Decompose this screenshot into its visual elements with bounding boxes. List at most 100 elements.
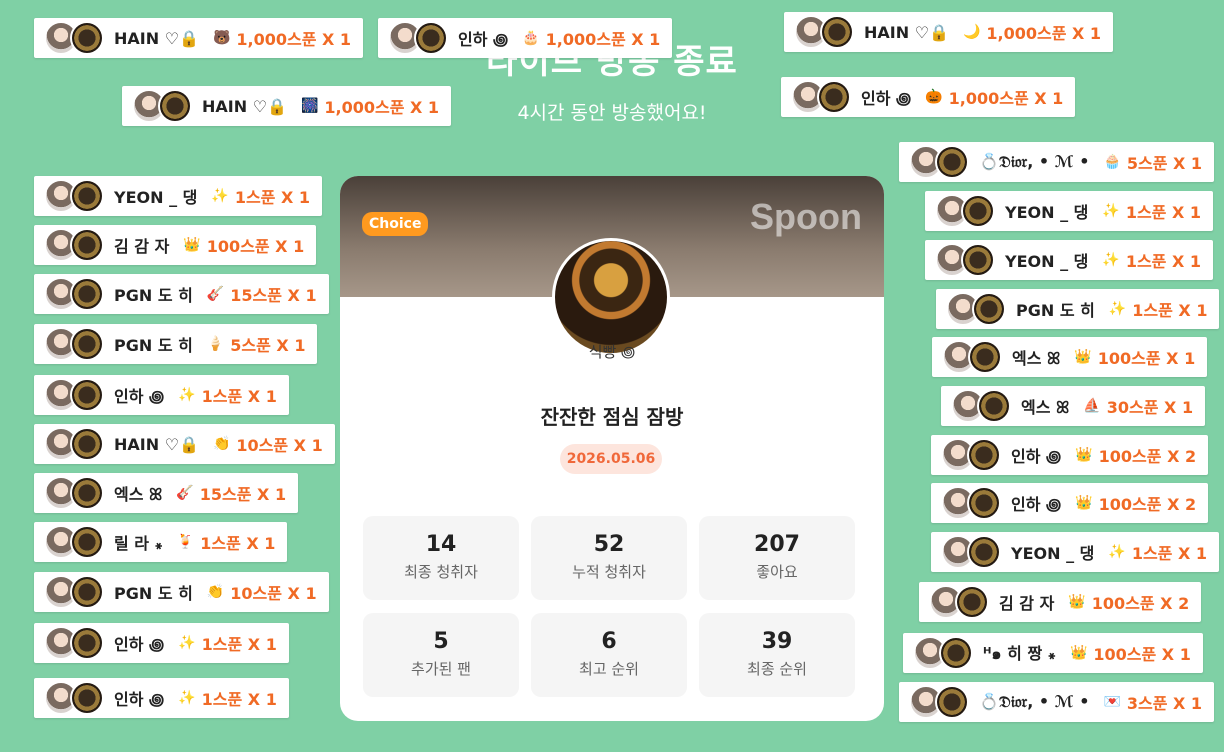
gift-icon: ✨ <box>1102 252 1120 268</box>
gift-icon: ✨ <box>1108 544 1126 560</box>
gift-chip: PGN 도 히 🍦 5스푼 X 1 <box>34 324 318 364</box>
stat-likes: 207 좋아요 <box>699 516 855 600</box>
dj-avatar <box>935 145 969 179</box>
gift-icon: 🧁 <box>1103 154 1121 170</box>
sender-name: 인하 ꩜ <box>114 634 165 654</box>
gift-chip: YEON _ 댕 ✨ 1스푼 X 1 <box>925 191 1213 231</box>
gift-chip: PGN 도 히 👏 10스푼 X 1 <box>34 572 329 612</box>
gift-icon: ⛵ <box>1083 398 1101 414</box>
gift-amount: 1스푼 X 1 <box>201 690 277 709</box>
stat-label: 누적 청취자 <box>572 563 646 581</box>
sender-name: 엑스 ꕤ <box>1021 398 1070 417</box>
gift-chip: PGN 도 히 ✨ 1스푼 X 1 <box>936 289 1220 329</box>
gift-chip: 💍𝔇𝔦𝔬𝔯, • ℳ • 💌 3스푼 X 1 <box>899 682 1215 722</box>
gift-amount: 1,000스푼 X 1 <box>986 24 1102 43</box>
dj-avatar <box>955 585 989 619</box>
dj-avatar <box>70 179 104 213</box>
dj-avatar <box>70 327 104 361</box>
sender-name: PGN 도 히 <box>114 286 193 305</box>
gift-amount: 1,000스푼 X 1 <box>236 30 352 49</box>
dj-avatar <box>70 427 104 461</box>
gift-icon: 💌 <box>1103 694 1121 710</box>
gift-chip: 인하 ꩜ 🎂 1,000스푼 X 1 <box>378 18 673 58</box>
dj-avatar <box>961 194 995 228</box>
stat-label: 최고 순위 <box>579 660 639 678</box>
sender-name: HAIN ♡🔒 <box>114 28 199 48</box>
gift-amount: 5스푼 X 1 <box>230 336 306 355</box>
gift-chip: 엑스 ꕤ ⛵ 30스푼 X 1 <box>941 386 1206 426</box>
gift-icon: 🎆 <box>300 98 319 114</box>
gift-icon: 👏 <box>212 436 231 452</box>
gift-chip: YEON _ 댕 ✨ 1스푼 X 1 <box>925 240 1213 280</box>
sender-name: 💍𝔇𝔦𝔬𝔯, • ℳ • <box>979 692 1090 711</box>
gift-amount: 100스푼 X 1 <box>1093 645 1191 664</box>
dj-avatar <box>967 535 1001 569</box>
sender-name: 김 감 자 <box>999 594 1055 613</box>
gift-icon: 👑 <box>1069 645 1088 661</box>
gift-amount: 1스푼 X 1 <box>200 534 276 553</box>
stat-final-rank: 39 최종 순위 <box>699 613 855 697</box>
gift-icon: ✨ <box>1108 301 1127 317</box>
sender-name: 인하 ꩜ <box>114 386 165 406</box>
host-avatar[interactable] <box>552 238 670 356</box>
gift-icon: 👑 <box>1074 349 1092 365</box>
dj-avatar <box>972 292 1006 326</box>
gift-amount: 10스푼 X 1 <box>230 584 317 603</box>
gift-chip: HAIN ♡🔒 🐻 1,000스푼 X 1 <box>34 18 364 58</box>
dj-avatar <box>70 525 104 559</box>
sender-name: YEON _ 댕 <box>114 188 198 207</box>
gift-chip: 김 감 자 👑 100스푼 X 2 <box>919 582 1202 622</box>
stat-value: 5 <box>433 629 449 654</box>
gift-icon: 🎂 <box>522 30 540 46</box>
sender-name: 인하 ꩜ <box>1011 494 1062 514</box>
dj-avatar <box>158 89 192 123</box>
sender-name: PGN 도 히 <box>114 584 193 603</box>
gift-amount: 100스푼 X 2 <box>1098 495 1197 514</box>
sender-name: PGN 도 히 <box>1016 301 1095 320</box>
sender-name: HAIN ♡🔒 <box>864 22 949 42</box>
gift-chip: 인하 ꩜ 👑 100스푼 X 2 <box>931 435 1209 475</box>
gift-amount: 1스푼 X 1 <box>201 387 277 406</box>
gift-amount: 100스푼 X 1 <box>206 237 305 256</box>
broadcast-summary-card: Choice Spoon 식빵 ꩜ 잔잔한 점심 잠방 2026.05.06 1… <box>340 176 884 721</box>
gift-amount: 100스푼 X 2 <box>1098 447 1197 466</box>
dj-avatar <box>70 476 104 510</box>
dj-avatar <box>70 575 104 609</box>
dj-avatar <box>70 21 104 55</box>
gift-icon: ✨ <box>178 635 196 651</box>
gift-amount: 1,000스푼 X 1 <box>545 30 661 49</box>
sender-name: YEON _ 댕 <box>1011 544 1095 563</box>
gift-icon: 🎸 <box>176 485 194 501</box>
broadcast-date: 2026.05.06 <box>560 444 662 474</box>
gift-icon: 🎃 <box>925 89 943 105</box>
stat-label: 최종 순위 <box>747 660 807 678</box>
gift-amount: 1,000스푼 X 1 <box>948 89 1064 108</box>
spoon-watermark-logo: Spoon <box>750 196 862 237</box>
stat-value: 6 <box>601 629 617 654</box>
gift-icon: 👏 <box>206 584 225 600</box>
dj-avatar <box>70 681 104 715</box>
gift-chip: HAIN ♡🔒 🎆 1,000스푼 X 1 <box>122 86 452 126</box>
gift-chip: HAIN ♡🔒 🌙 1,000스푼 X 1 <box>784 12 1114 52</box>
dj-avatar <box>817 80 851 114</box>
sender-name: HAIN ♡🔒 <box>202 96 287 116</box>
stat-best-rank: 6 최고 순위 <box>531 613 687 697</box>
gift-chip: 인하 ꩜ ✨ 1스푼 X 1 <box>34 623 289 663</box>
gift-icon: 👑 <box>1068 594 1086 610</box>
choice-badge: Choice <box>362 212 429 236</box>
gift-amount: 3스푼 X 1 <box>1126 694 1203 713</box>
gift-amount: 1스푼 X 1 <box>201 635 277 654</box>
gift-chip: 인하 ꩜ ✨ 1스푼 X 1 <box>34 375 289 415</box>
dj-avatar <box>967 486 1001 520</box>
gift-icon: 👑 <box>1075 495 1093 511</box>
gift-amount: 1스푼 X 1 <box>1125 203 1201 222</box>
gift-chip: 김 감 자 👑 100스푼 X 1 <box>34 225 317 265</box>
gift-chip: 인하 ꩜ ✨ 1스푼 X 1 <box>34 678 289 718</box>
gift-amount: 1스푼 X 1 <box>1131 544 1207 563</box>
stat-label: 최종 청취자 <box>404 563 478 581</box>
gift-amount: 10스푼 X 1 <box>236 436 323 455</box>
sender-name: ᴴ๑ 히 짱 ꘎ <box>983 643 1056 663</box>
gift-amount: 100스푼 X 2 <box>1091 594 1190 613</box>
gift-chip: 인하 ꩜ 🎃 1,000스푼 X 1 <box>781 77 1076 117</box>
dj-avatar <box>939 636 973 670</box>
